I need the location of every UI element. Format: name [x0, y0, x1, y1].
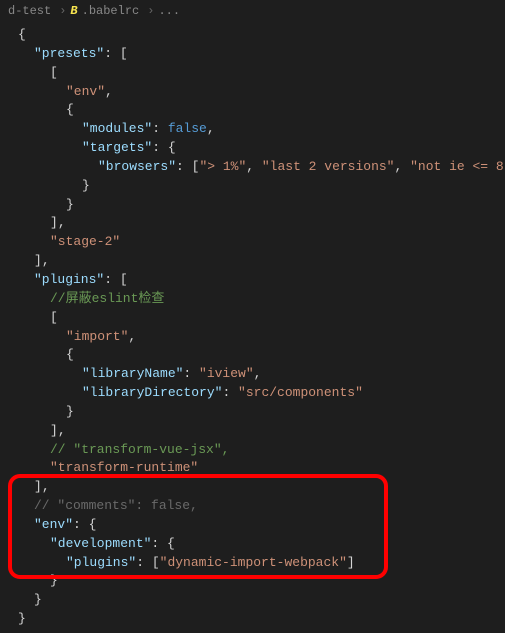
json-string: "src/components"	[238, 385, 363, 400]
breadcrumb-file[interactable]: .babelrc	[82, 4, 140, 18]
json-key: "browsers"	[98, 159, 176, 174]
json-string: "last 2 versions"	[262, 159, 395, 174]
code-editor[interactable]: { "presets": [ [ "env", { "modules": fal…	[0, 22, 505, 633]
json-key: "modules"	[82, 121, 152, 136]
chevron-right-icon: ›	[59, 4, 66, 18]
babel-file-icon: B	[70, 4, 77, 18]
json-key: "presets"	[34, 46, 104, 61]
code-comment: // "transform-vue-jsx",	[50, 442, 229, 457]
json-string: "> 1%"	[199, 159, 246, 174]
breadcrumb-folder[interactable]: d-test	[8, 4, 51, 18]
code-comment: //屏蔽eslint检查	[50, 291, 164, 306]
json-string: "transform-runtime"	[50, 460, 198, 475]
json-key: "targets"	[82, 140, 152, 155]
json-keyword: false	[168, 121, 207, 136]
breadcrumb: d-test › B .babelrc › ...	[0, 0, 505, 22]
json-key: "plugins"	[34, 272, 104, 287]
json-string: "stage-2"	[50, 234, 120, 249]
json-string: "env"	[66, 84, 105, 99]
json-key: "env"	[34, 517, 73, 532]
json-key: "plugins"	[66, 555, 136, 570]
code-comment: // "comments": false,	[34, 498, 198, 513]
breadcrumb-ellipsis: ...	[158, 4, 180, 18]
json-string: "import"	[66, 329, 128, 344]
json-key: "development"	[50, 536, 151, 551]
json-string: "iview"	[199, 366, 254, 381]
json-key: "libraryDirectory"	[82, 385, 222, 400]
json-string: "dynamic-import-webpack"	[160, 555, 347, 570]
json-key: "libraryName"	[82, 366, 183, 381]
json-string: "not ie <= 8"	[410, 159, 505, 174]
chevron-right-icon: ›	[147, 4, 154, 18]
